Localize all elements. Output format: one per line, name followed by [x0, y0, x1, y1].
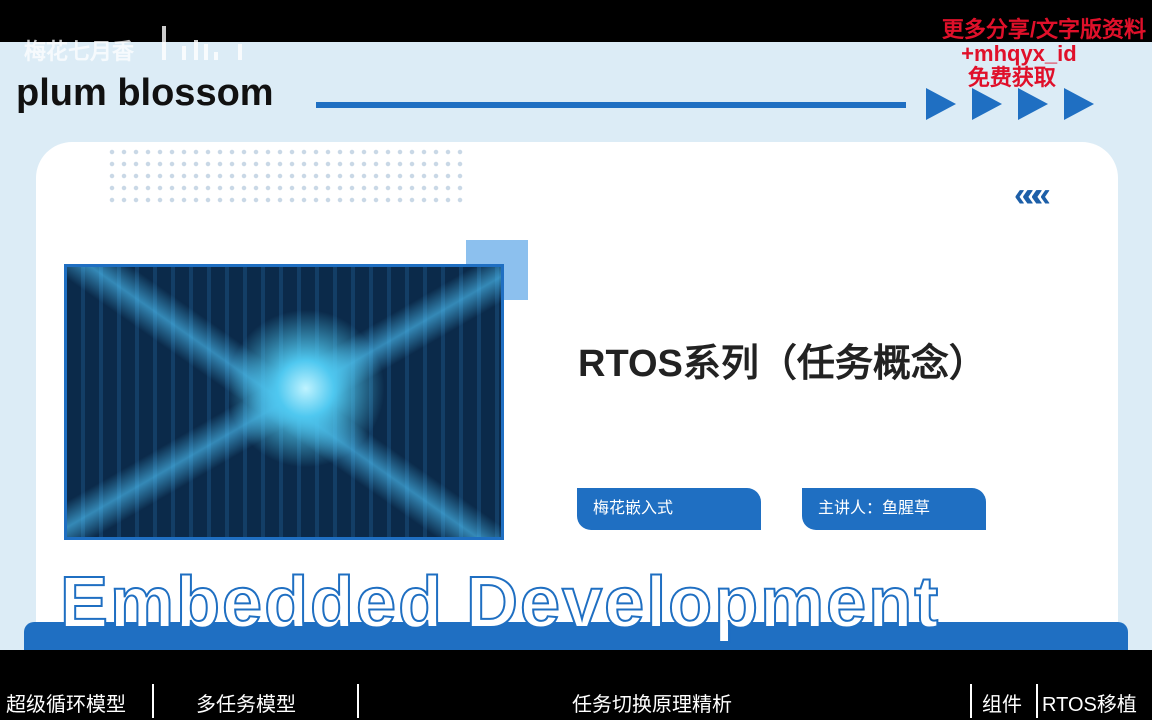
chapter-item[interactable]: 多任务模型 — [196, 688, 296, 717]
audio-bars-icon — [160, 24, 255, 60]
header-line — [316, 102, 906, 108]
promo-line: 免费获取 — [967, 65, 1056, 90]
chapter-divider — [152, 684, 154, 718]
arrow-icon — [1064, 88, 1094, 120]
chevrons-left-icon: ««« — [1014, 176, 1051, 214]
speaker-tag: 主讲人：鱼腥草 — [802, 488, 986, 530]
slide-title: RTOS系列（任务概念） — [578, 343, 987, 385]
chapter-item[interactable]: RTOS移植 — [1042, 688, 1137, 717]
chapter-item[interactable]: 超级循环模型 — [6, 688, 126, 717]
brand-title: plum blossom — [16, 72, 274, 114]
chapter-bar: 超级循环模型 多任务模型 任务切换原理精析 组件 RTOS移植 — [0, 680, 1152, 720]
chapter-item[interactable]: 组件 — [982, 688, 1022, 717]
dot-pattern — [106, 146, 466, 204]
slide: plum blossom ««« RTOS系列（任务概念） 梅花嵌入式 主讲人：… — [0, 42, 1152, 650]
promo-text: 更多分享/文字版资料 +mhqyx_id 免费获取 — [942, 18, 1146, 90]
chapter-divider — [1036, 684, 1038, 718]
arrow-icon — [1018, 88, 1048, 120]
org-tag: 梅花嵌入式 — [577, 488, 761, 530]
promo-line: 更多分享/文字版资料 — [941, 17, 1146, 42]
banner-text: Embedded Development — [59, 562, 941, 644]
promo-line: +mhqyx_id — [961, 41, 1077, 66]
chapter-item[interactable]: 任务切换原理精析 — [572, 688, 732, 717]
chapter-divider — [970, 684, 972, 718]
chip-image — [64, 264, 504, 540]
arrow-icon — [972, 88, 1002, 120]
arrow-icon — [926, 88, 956, 120]
watermark: 梅花七月香 — [24, 39, 135, 64]
chapter-divider — [357, 684, 359, 718]
